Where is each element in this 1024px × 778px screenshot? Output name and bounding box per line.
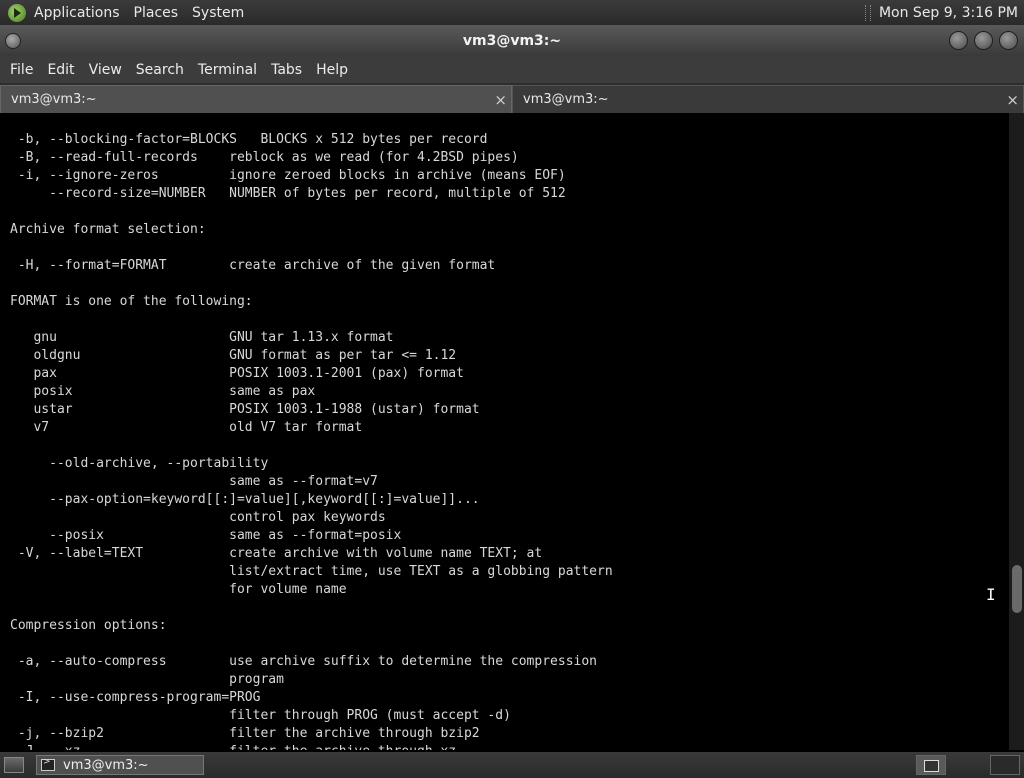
scrollbar-thumb[interactable] (1012, 565, 1022, 613)
tab-1-label: vm3@vm3:~ (11, 92, 97, 107)
workspace-switcher (916, 755, 1020, 775)
window-titlebar[interactable]: vm3@vm3:~ (0, 25, 1024, 56)
menu-tabs[interactable]: Tabs (271, 60, 302, 80)
menu-system[interactable]: System (192, 5, 244, 21)
menu-places[interactable]: Places (134, 5, 179, 21)
window-title: vm3@vm3:~ (462, 32, 562, 49)
tab-2[interactable]: vm3@vm3:~ × (512, 85, 1024, 113)
window-controls (949, 31, 1018, 50)
menu-search[interactable]: Search (136, 60, 184, 80)
terminal-scrollbar[interactable] (1009, 113, 1024, 750)
bottom-panel: vm3@vm3:~ (0, 752, 1024, 778)
tab-1[interactable]: vm3@vm3:~ × (0, 85, 512, 113)
applications-logo-icon[interactable] (8, 3, 26, 22)
menubar: File Edit View Search Terminal Tabs Help (0, 56, 1024, 83)
minimize-button[interactable] (949, 31, 968, 50)
tab-bar: vm3@vm3:~ × vm3@vm3:~ × (0, 83, 1024, 113)
panel-separator (864, 4, 871, 21)
menu-terminal[interactable]: Terminal (198, 60, 257, 80)
workspace-2[interactable] (990, 755, 1020, 775)
tab-1-close-icon[interactable]: × (494, 91, 507, 109)
taskbar-window-button[interactable]: vm3@vm3:~ (36, 755, 204, 775)
tab-2-close-icon[interactable]: × (1006, 91, 1019, 109)
taskbar-window-label: vm3@vm3:~ (63, 757, 149, 773)
menu-file[interactable]: File (10, 60, 33, 80)
menu-applications[interactable]: Applications (34, 5, 120, 21)
maximize-button[interactable] (974, 31, 993, 50)
close-window-button[interactable] (999, 31, 1018, 50)
tab-2-label: vm3@vm3:~ (523, 92, 609, 107)
workspace-1[interactable] (916, 755, 946, 775)
menu-edit[interactable]: Edit (47, 60, 74, 80)
clock[interactable]: Mon Sep 9, 3:16 PM (879, 5, 1018, 21)
terminal-output: -b, --blocking-factor=BLOCKS BLOCKS x 51… (10, 132, 613, 750)
text-cursor-icon: I (986, 585, 996, 604)
show-desktop-icon[interactable] (4, 757, 24, 773)
menu-help[interactable]: Help (316, 60, 348, 80)
top-panel: Applications Places System Mon Sep 9, 3:… (0, 0, 1024, 25)
terminal-icon (41, 757, 55, 771)
menu-view[interactable]: View (89, 60, 122, 80)
terminal-area[interactable]: -b, --blocking-factor=BLOCKS BLOCKS x 51… (0, 113, 1009, 750)
window-menu-icon[interactable] (5, 33, 21, 49)
